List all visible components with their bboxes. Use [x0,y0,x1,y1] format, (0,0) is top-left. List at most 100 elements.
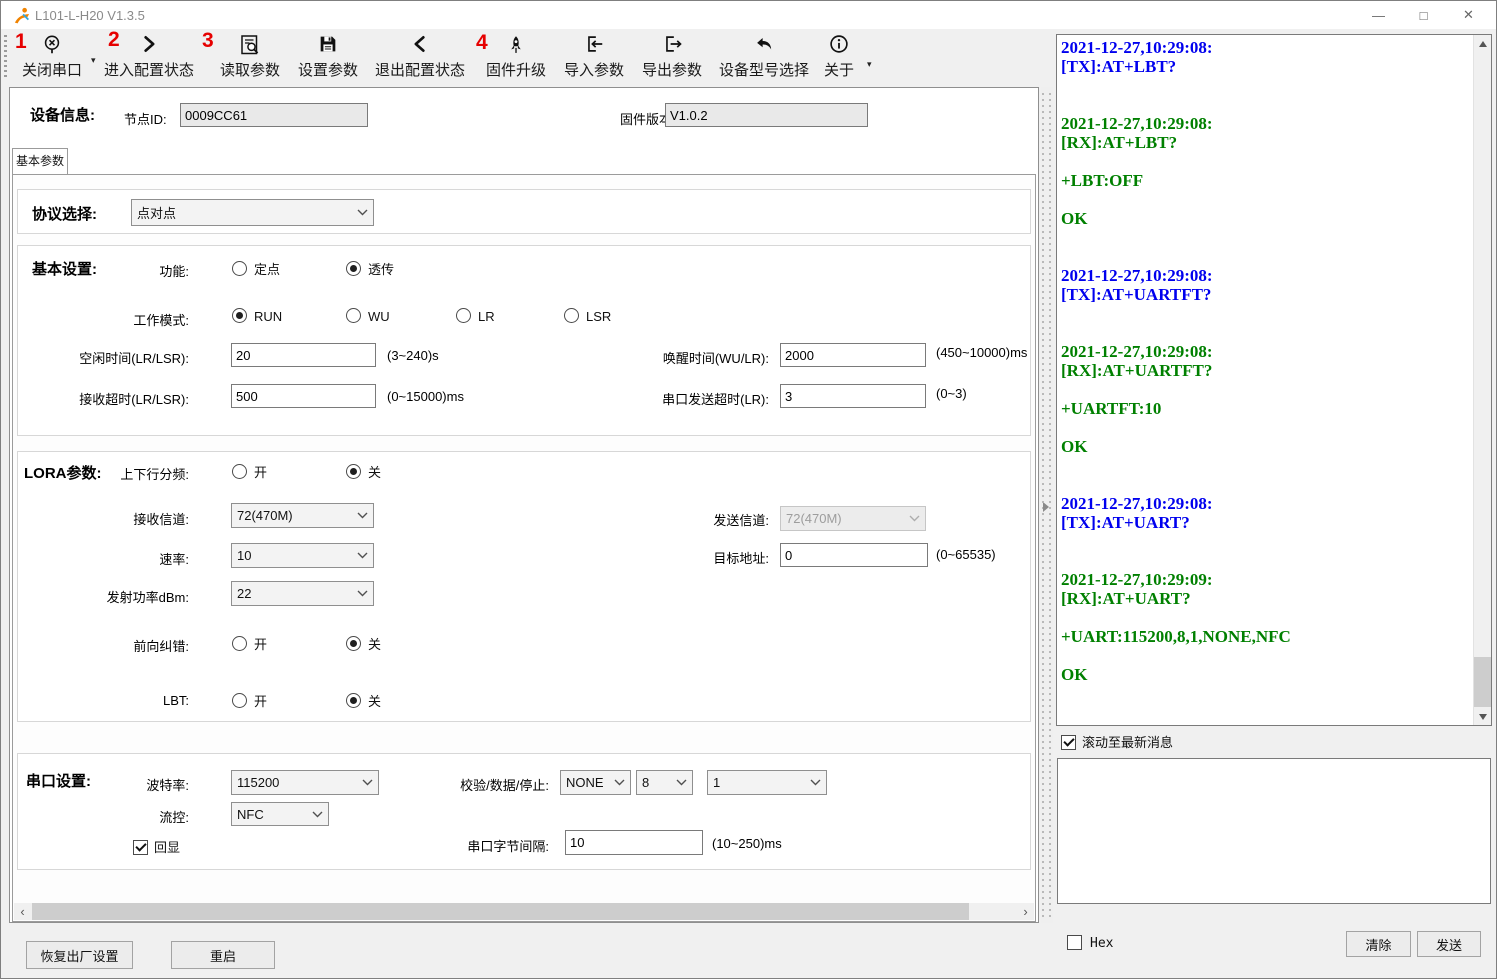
splitter-grip [1049,93,1051,917]
toolbar-label: 退出配置状态 [371,59,469,80]
radio-icon [346,261,361,276]
radio-split-off[interactable]: 关 [346,462,381,482]
toolbar-export-params[interactable]: 导出参数 [637,33,707,85]
protocol-select[interactable]: 点对点 [131,199,374,226]
scroll-right-button[interactable]: › [1017,903,1034,920]
byte-interval-field[interactable] [565,830,703,855]
parity-select[interactable]: NONE [560,770,631,795]
tab-basic-params[interactable]: 基本参数 [12,148,68,174]
radio-icon [456,308,471,323]
radio-fec-on[interactable]: 开 [232,634,267,654]
databits-select[interactable]: 8 [636,770,693,795]
chevron-left-icon [371,33,469,59]
panel-splitter[interactable] [1041,87,1053,923]
baud-select[interactable]: 115200 [231,770,379,795]
stopbits-select[interactable]: 1 [707,770,827,795]
rx-timeout-field[interactable] [231,384,376,408]
toolbar-close-port[interactable]: 关闭串口 [17,33,87,85]
radio-function-fixed[interactable]: 定点 [232,259,280,279]
toolbar-enter-config[interactable]: 进入配置状态 [101,33,197,85]
radio-icon [232,261,247,276]
radio-icon [564,308,579,323]
maximize-button[interactable]: □ [1401,1,1446,29]
tx-power-select[interactable]: 22 [231,581,374,606]
wake-time-field[interactable] [780,343,926,367]
port-pin-x-icon [17,33,87,59]
radio-fec-off[interactable]: 关 [346,634,381,654]
node-id-field[interactable] [180,103,368,127]
factory-reset-button[interactable]: 恢复出厂设置 [26,941,133,969]
log-vertical-scrollbar[interactable] [1473,35,1491,725]
toolbar-label: 进入配置状态 [101,59,197,80]
rx-channel-select[interactable]: 72(470M) [231,503,374,528]
radio-mode-lsr[interactable]: LSR [564,308,611,326]
protocol-group: 协议选择: 点对点 [17,189,1031,234]
horizontal-scrollbar[interactable]: ‹ › [14,903,1034,920]
radio-function-transparent[interactable]: 透传 [346,259,394,279]
toolbar-label: 关于 [819,59,859,80]
chevron-down-icon [357,590,368,597]
rate-select[interactable]: 10 [231,543,374,568]
serial-settings-group: 串口设置: 波特率: 115200 校验/数据/停止: NONE 8 1 [17,753,1031,870]
scroll-left-button[interactable]: ‹ [14,903,31,920]
scroll-to-latest-checkbox[interactable]: 滚动至最新消息 [1061,732,1173,753]
chevron-down-icon [357,512,368,519]
close-port-dropdown-caret[interactable]: ▾ [91,55,96,66]
about-dropdown-caret[interactable]: ▾ [867,59,872,70]
toolbar-import-params[interactable]: 导入参数 [559,33,629,85]
tx-power-label: 发射功率dBm: [29,587,189,606]
chevron-down-icon [810,779,821,786]
toolbar: 1 2 3 4 关闭串口 ▾ 进入配置状态 读取参数 设置 [1,29,1046,87]
restart-button[interactable]: 重启 [171,941,275,969]
toolbar-exit-config[interactable]: 退出配置状态 [371,33,469,85]
radio-icon [346,464,361,479]
radio-mode-run[interactable]: RUN [232,308,282,326]
scroll-up-button[interactable] [1474,35,1491,52]
radio-split-on[interactable]: 开 [232,462,267,482]
idle-time-field[interactable] [231,343,376,367]
toolbar-set-params[interactable]: 设置参数 [293,33,363,85]
hex-checkbox[interactable]: Hex [1067,935,1113,953]
radio-icon [232,308,247,323]
toolbar-label: 关闭串口 [17,59,87,80]
toolbar-read-params[interactable]: 读取参数 [215,33,285,85]
target-addr-field[interactable] [780,543,928,567]
chevron-down-icon [676,779,687,786]
import-icon [559,33,629,59]
log-entry: 2021-12-27,10:29:08: [RX]:AT+LBT? +LBT:O… [1061,114,1471,228]
clear-button[interactable]: 清除 [1346,931,1411,957]
radio-lbt-off[interactable]: 关 [346,691,381,711]
scroll-down-button[interactable] [1474,708,1491,725]
firmware-field[interactable] [665,103,868,127]
checkbox-icon [133,840,148,855]
flow-control-label: 流控: [29,807,189,826]
radio-mode-lr[interactable]: LR [456,308,495,326]
radio-lbt-on[interactable]: 开 [232,691,267,711]
work-mode-label: 工作模式: [29,310,189,329]
toolbar-about[interactable]: 关于 [819,33,859,85]
idle-range-hint: (3~240)s [387,348,439,363]
rx-timeout-range-hint: (0~15000)ms [387,389,464,404]
uart-timeout-field[interactable] [780,384,926,408]
splitter-collapse-arrow-icon[interactable] [1043,502,1049,512]
toolbar-label: 导入参数 [559,59,629,80]
config-panel: 设备信息: 节点ID: 固件版本: 基本参数 协议选择: 点对点 基本设置: 功… [9,87,1039,923]
send-button[interactable]: 发送 [1417,931,1481,957]
checkbox-icon [1067,935,1082,950]
vertical-scroll-thumb[interactable] [1474,657,1491,707]
send-input[interactable] [1057,758,1491,904]
horizontal-scroll-thumb[interactable] [32,903,969,920]
basic-params-page: 协议选择: 点对点 基本设置: 功能: 定点 透传 工作模式: RUN [12,174,1036,922]
minimize-button[interactable]: — [1356,1,1401,29]
echo-checkbox[interactable]: 回显 [133,837,180,858]
flow-control-select[interactable]: NFC [231,802,329,826]
close-button[interactable]: ✕ [1446,1,1491,29]
radio-icon [346,693,361,708]
interval-range-hint: (10~250)ms [712,836,782,851]
toolbar-device-model-select[interactable]: 设备型号选择 [715,33,813,85]
idle-time-label: 空闲时间(LR/LSR): [29,348,189,367]
radio-mode-wu[interactable]: WU [346,308,390,326]
toolbar-grip[interactable] [4,35,7,79]
toolbar-firmware-upgrade[interactable]: 固件升级 [481,33,551,85]
node-id-label: 节点ID: [124,109,167,128]
